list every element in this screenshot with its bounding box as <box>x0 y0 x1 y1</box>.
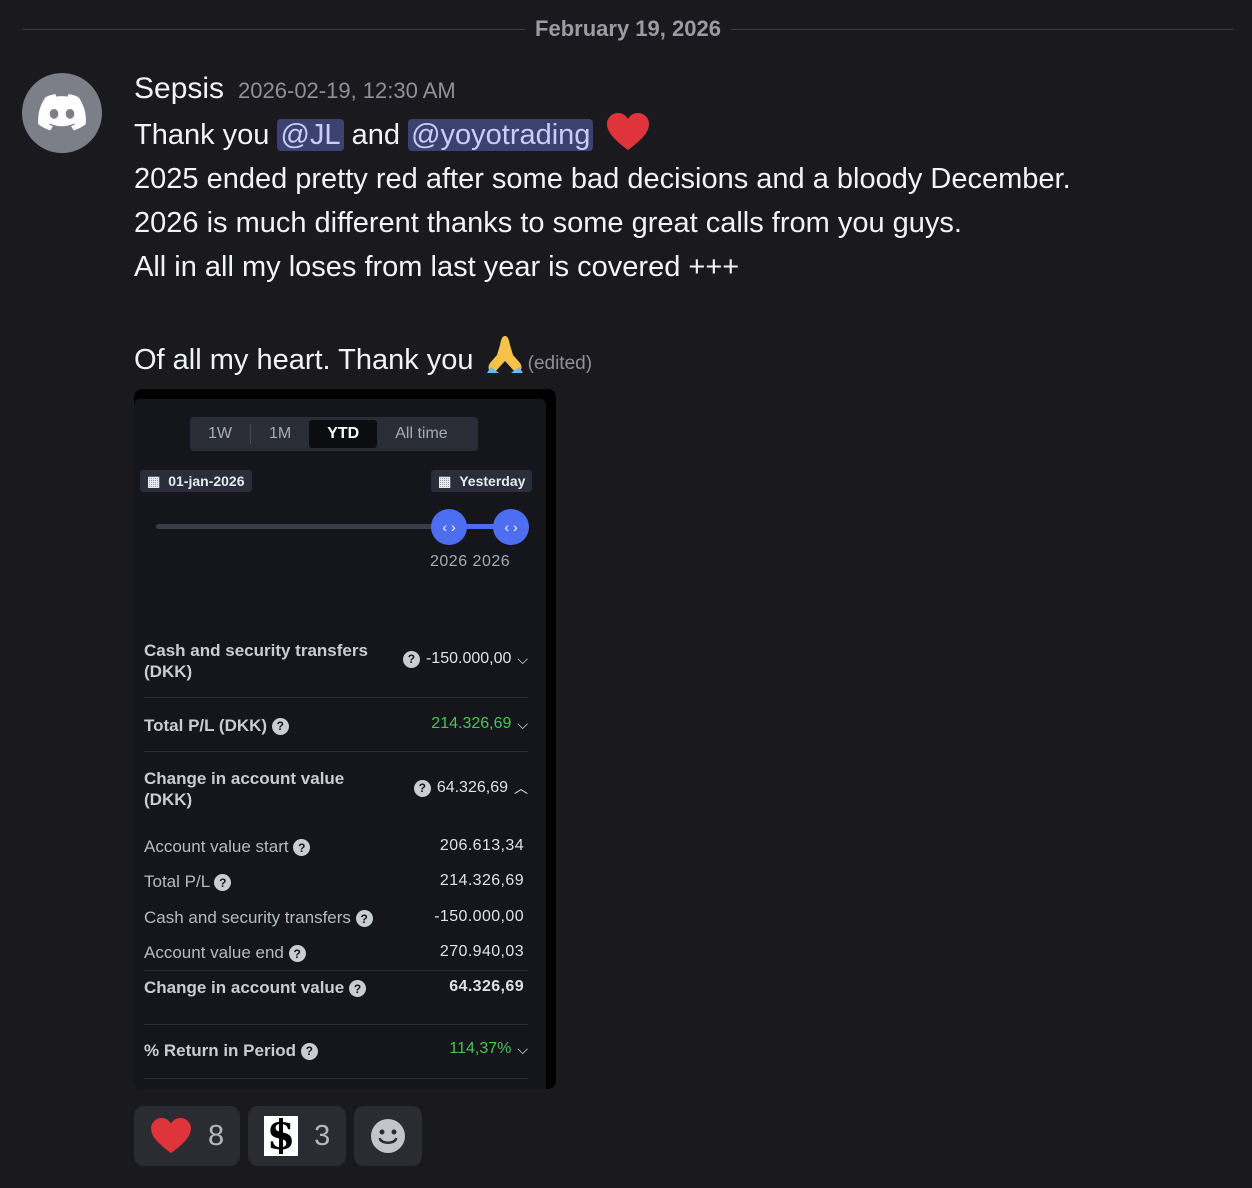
username[interactable]: Sepsis <box>134 72 224 106</box>
detail-row: Account value start ? 206.613,34 <box>144 837 524 857</box>
avatar[interactable] <box>22 73 102 153</box>
chevrons-left-right-icon: ‹ › <box>442 519 456 535</box>
return-label: % Return in Period <box>144 1041 297 1060</box>
message-text: and <box>343 119 409 151</box>
reactions-bar: 8 S 3 <box>134 1106 423 1166</box>
cash-transfers-label: Cash and security transfers (DKK) <box>144 641 368 681</box>
discord-logo-icon <box>38 94 86 131</box>
help-icon[interactable]: ? <box>293 839 311 857</box>
chevron-up-icon[interactable]: ︿ <box>514 778 528 798</box>
mention-yoyotrading[interactable]: @yoyotrading <box>408 119 594 151</box>
period-selector: 1W 1M YTD All time <box>190 417 478 451</box>
help-icon[interactable]: ? <box>300 1043 318 1061</box>
help-icon[interactable]: ? <box>349 980 366 998</box>
cash-transfers-value: -150.000,00 <box>425 650 512 667</box>
message-text: Of all my heart. Thank you <box>134 344 482 376</box>
message-line-3: 2026 is much different thanks to some gr… <box>134 207 962 239</box>
change-account-value: 64.326,69 <box>436 779 508 796</box>
message-line-1: Thank you @JL and @yoyotrading <box>134 112 1234 157</box>
slider-end-handle[interactable]: ‹ › <box>493 509 529 545</box>
change-account-label: Change in account value (DKK) <box>144 769 345 809</box>
calendar-icon: ▦ <box>438 472 452 489</box>
help-icon[interactable]: ? <box>214 874 232 892</box>
s-logo-emoji-icon: S <box>264 1116 299 1156</box>
mention-jl[interactable]: @JL <box>277 119 344 151</box>
detail-row: Change in account value ? 64.326,69 <box>144 978 524 998</box>
edited-label: (edited) <box>527 353 593 374</box>
help-icon[interactable]: ? <box>413 779 431 797</box>
chevron-down-icon[interactable]: ⌵ <box>517 716 528 733</box>
help-icon[interactable]: ? <box>288 945 306 963</box>
date-divider-label: February 19, 2026 <box>525 16 731 42</box>
chevron-down-icon[interactable]: ⌵ <box>517 1041 528 1058</box>
end-date: Yesterday <box>459 473 526 489</box>
cash-transfers-row[interactable]: Cash and security transfers (DKK) ? -150.… <box>144 640 528 682</box>
message-timestamp[interactable]: 2026-02-19, 12:30 AM <box>238 78 456 104</box>
slider-years: 2026 2026 <box>430 553 511 570</box>
return-value: 114,37% <box>449 1040 512 1057</box>
change-account-row[interactable]: Change in account value (DKK) ? 64.326,69… <box>144 768 528 810</box>
total-pl-value: 214.326,69 <box>431 715 512 732</box>
detail-value: 64.326,69 <box>449 978 524 995</box>
help-icon[interactable]: ? <box>402 650 420 668</box>
start-date: 01-jan-2026 <box>168 473 245 489</box>
message-line-5: Of all my heart. Thank you (edited) <box>134 333 1234 386</box>
calendar-icon: ▦ <box>147 472 161 489</box>
total-pl-label: Total P/L (DKK) <box>144 716 268 735</box>
add-reaction-button[interactable] <box>354 1106 423 1166</box>
detail-value: -150.000,00 <box>434 908 524 925</box>
period-1w[interactable]: 1W <box>190 420 250 448</box>
detail-value: 206.613,34 <box>439 837 524 854</box>
detail-label: Change in account value <box>144 978 345 997</box>
detail-label: Account value start <box>144 837 289 856</box>
detail-label: Cash and security transfers <box>144 908 351 927</box>
message-line-2: 2025 ended pretty red after some bad dec… <box>134 163 1071 195</box>
message-text: Thank you <box>134 119 278 151</box>
period-1m[interactable]: 1M <box>251 420 309 448</box>
return-row[interactable]: % Return in Period ? 114,37% ⌵ <box>144 1040 528 1061</box>
detail-row: Account value end ? 270.940,03 <box>144 943 524 963</box>
reaction-count: 8 <box>208 1119 225 1152</box>
heart-emoji-icon <box>606 113 649 150</box>
attachment-image[interactable]: 1W 1M YTD All time ▦ 01-jan-2026 ▦ Yeste… <box>134 389 556 1089</box>
period-ytd[interactable]: YTD <box>309 420 378 448</box>
detail-value: 270.940,03 <box>439 943 524 960</box>
date-divider: February 19, 2026 <box>22 0 1234 60</box>
help-icon[interactable]: ? <box>355 910 373 928</box>
smiley-icon <box>371 1119 406 1153</box>
detail-row: Total P/L ? 214.326,69 <box>144 872 524 892</box>
message: Sepsis 2026-02-19, 12:30 AM Thank you @J… <box>134 72 1234 386</box>
detail-label: Total P/L <box>144 872 210 891</box>
detail-row: Cash and security transfers ? -150.000,00 <box>144 908 524 928</box>
total-pl-row[interactable]: Total P/L (DKK) ? 214.326,69 ⌵ <box>144 715 528 736</box>
summary-panel: Cash and security transfers (DKK) ? -150.… <box>134 606 546 1089</box>
folded-hands-emoji-icon <box>486 336 523 373</box>
detail-label: Account value end <box>144 943 284 962</box>
end-date-chip[interactable]: ▦ Yesterday <box>431 470 533 492</box>
reaction-count: 3 <box>314 1119 331 1152</box>
help-icon[interactable]: ? <box>271 718 289 736</box>
slider-start-handle[interactable]: ‹ › <box>431 509 467 545</box>
reaction-heart[interactable]: 8 <box>134 1106 241 1166</box>
heart-emoji-icon <box>151 1117 191 1154</box>
detail-value: 214.326,69 <box>439 872 524 889</box>
reaction-s-logo[interactable]: S 3 <box>248 1106 347 1166</box>
period-all-time[interactable]: All time <box>377 420 465 448</box>
start-date-chip[interactable]: ▦ 01-jan-2026 <box>140 470 252 492</box>
chevrons-left-right-icon: ‹ › <box>504 519 518 535</box>
chevron-down-icon[interactable]: ⌵ <box>517 651 528 668</box>
message-line-4: All in all my loses from last year is co… <box>134 251 740 283</box>
